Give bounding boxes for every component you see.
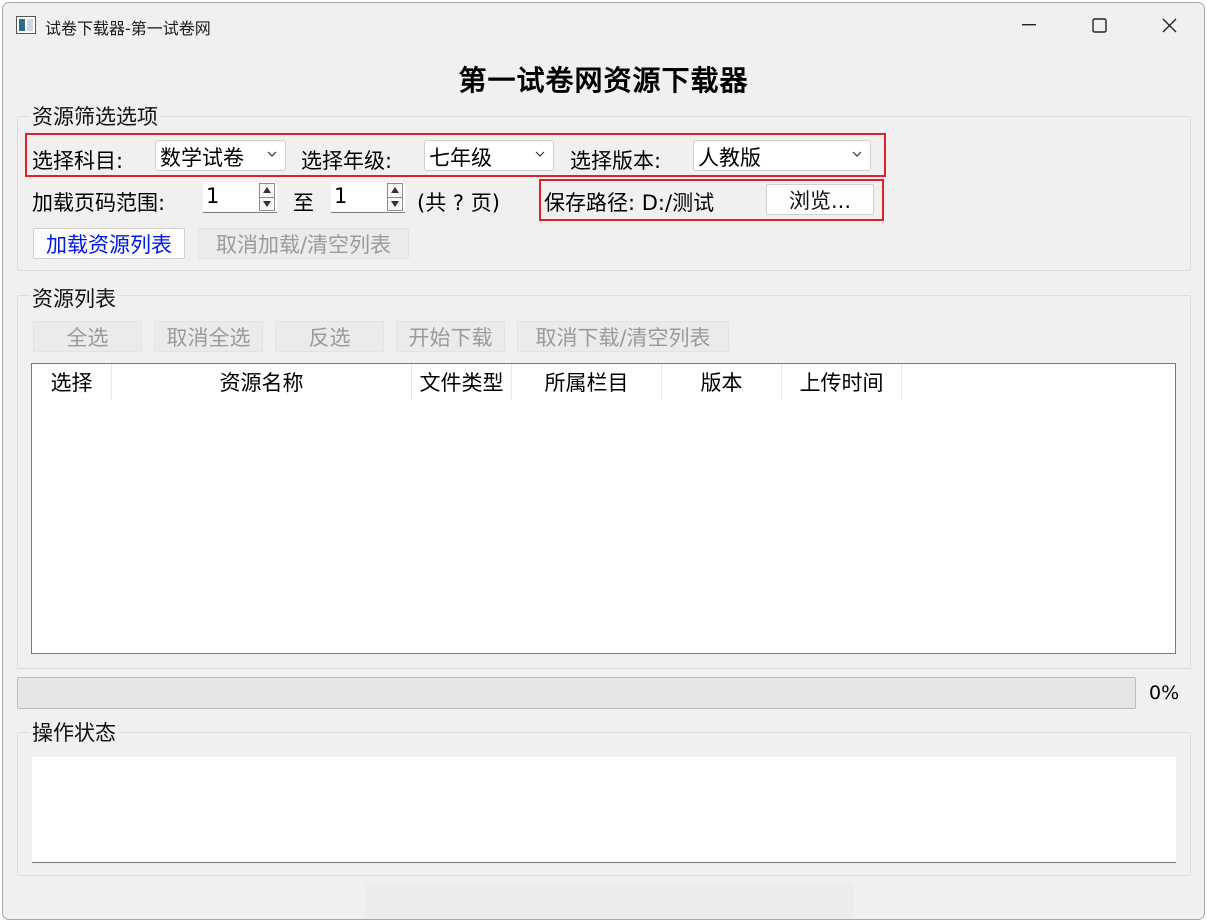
close-icon — [1162, 18, 1176, 32]
page-to-spinbox[interactable]: 1 — [331, 182, 405, 213]
invert-selection-button[interactable]: 反选 — [275, 321, 384, 352]
minimize-button[interactable] — [994, 3, 1064, 47]
to-label: 至 — [293, 191, 314, 215]
progress-label: 0% — [1149, 682, 1180, 704]
maximize-icon — [1091, 17, 1107, 33]
minimize-icon — [1022, 24, 1036, 26]
grade-label: 选择年级: — [301, 149, 393, 173]
subject-value: 数学试卷 — [160, 146, 244, 170]
spin-arrows[interactable] — [387, 183, 403, 211]
resource-table[interactable]: 选择 资源名称 文件类型 所属栏目 版本 上传时间 — [31, 363, 1176, 654]
column-header-edition[interactable]: 版本 — [662, 364, 782, 400]
page-to-value: 1 — [334, 184, 348, 208]
load-resources-button[interactable]: 加载资源列表 — [33, 228, 185, 259]
column-header-name[interactable]: 资源名称 — [112, 364, 412, 400]
resource-list-group-title: 资源列表 — [30, 283, 118, 313]
chevron-down-icon — [535, 151, 545, 157]
filter-group-title: 资源筛选选项 — [30, 101, 160, 131]
start-download-button[interactable]: 开始下载 — [396, 321, 505, 352]
status-bar-area — [366, 883, 853, 917]
edition-select[interactable]: 人教版 — [693, 140, 871, 171]
status-group-title: 操作状态 — [30, 717, 118, 747]
chevron-down-icon — [267, 151, 277, 157]
spin-arrows[interactable] — [259, 183, 275, 211]
app-icon — [16, 16, 36, 34]
edition-value: 人教版 — [698, 146, 761, 170]
page-title: 第一试卷网资源下载器 — [458, 64, 749, 97]
page-range-label: 加载页码范围: — [32, 191, 166, 215]
window-title: 试卷下载器-第一试卷网 — [45, 19, 211, 38]
arrow-down-icon[interactable] — [263, 201, 271, 207]
cancel-download-button[interactable]: 取消下载/清空列表 — [517, 321, 729, 352]
column-header-file-type[interactable]: 文件类型 — [412, 364, 512, 400]
arrow-up-icon[interactable] — [391, 187, 399, 193]
arrow-up-icon[interactable] — [263, 187, 271, 193]
maximize-button[interactable] — [1064, 3, 1134, 47]
select-all-button[interactable]: 全选 — [33, 321, 142, 352]
cancel-load-button[interactable]: 取消加载/清空列表 — [198, 228, 409, 259]
deselect-all-button[interactable]: 取消全选 — [154, 321, 263, 352]
column-header-category[interactable]: 所属栏目 — [512, 364, 662, 400]
title-bar: 试卷下载器-第一试卷网 — [3, 3, 1204, 47]
app-window: 试卷下载器-第一试卷网 第一试卷网资源下载器 资源筛选选项 选择科目: 数学试卷… — [2, 2, 1205, 920]
status-log[interactable] — [32, 757, 1176, 863]
table-header: 选择 资源名称 文件类型 所属栏目 版本 上传时间 — [32, 364, 902, 400]
chevron-down-icon — [852, 151, 862, 157]
subject-label: 选择科目: — [32, 149, 124, 173]
total-pages-label: (共 ? 页) — [417, 191, 500, 215]
browse-button[interactable]: 浏览... — [766, 184, 874, 215]
column-header-select[interactable]: 选择 — [32, 364, 112, 400]
edition-label: 选择版本: — [570, 149, 662, 173]
download-progress-bar — [17, 677, 1136, 709]
page-from-value: 1 — [206, 184, 220, 208]
arrow-down-icon[interactable] — [391, 201, 399, 207]
column-header-upload-time[interactable]: 上传时间 — [782, 364, 902, 400]
grade-select[interactable]: 七年级 — [424, 140, 554, 171]
subject-select[interactable]: 数学试卷 — [155, 140, 286, 171]
close-button[interactable] — [1134, 3, 1204, 47]
save-path-label: 保存路径: D:/测试 — [544, 191, 715, 215]
grade-value: 七年级 — [429, 146, 492, 170]
page-from-spinbox[interactable]: 1 — [203, 182, 277, 213]
